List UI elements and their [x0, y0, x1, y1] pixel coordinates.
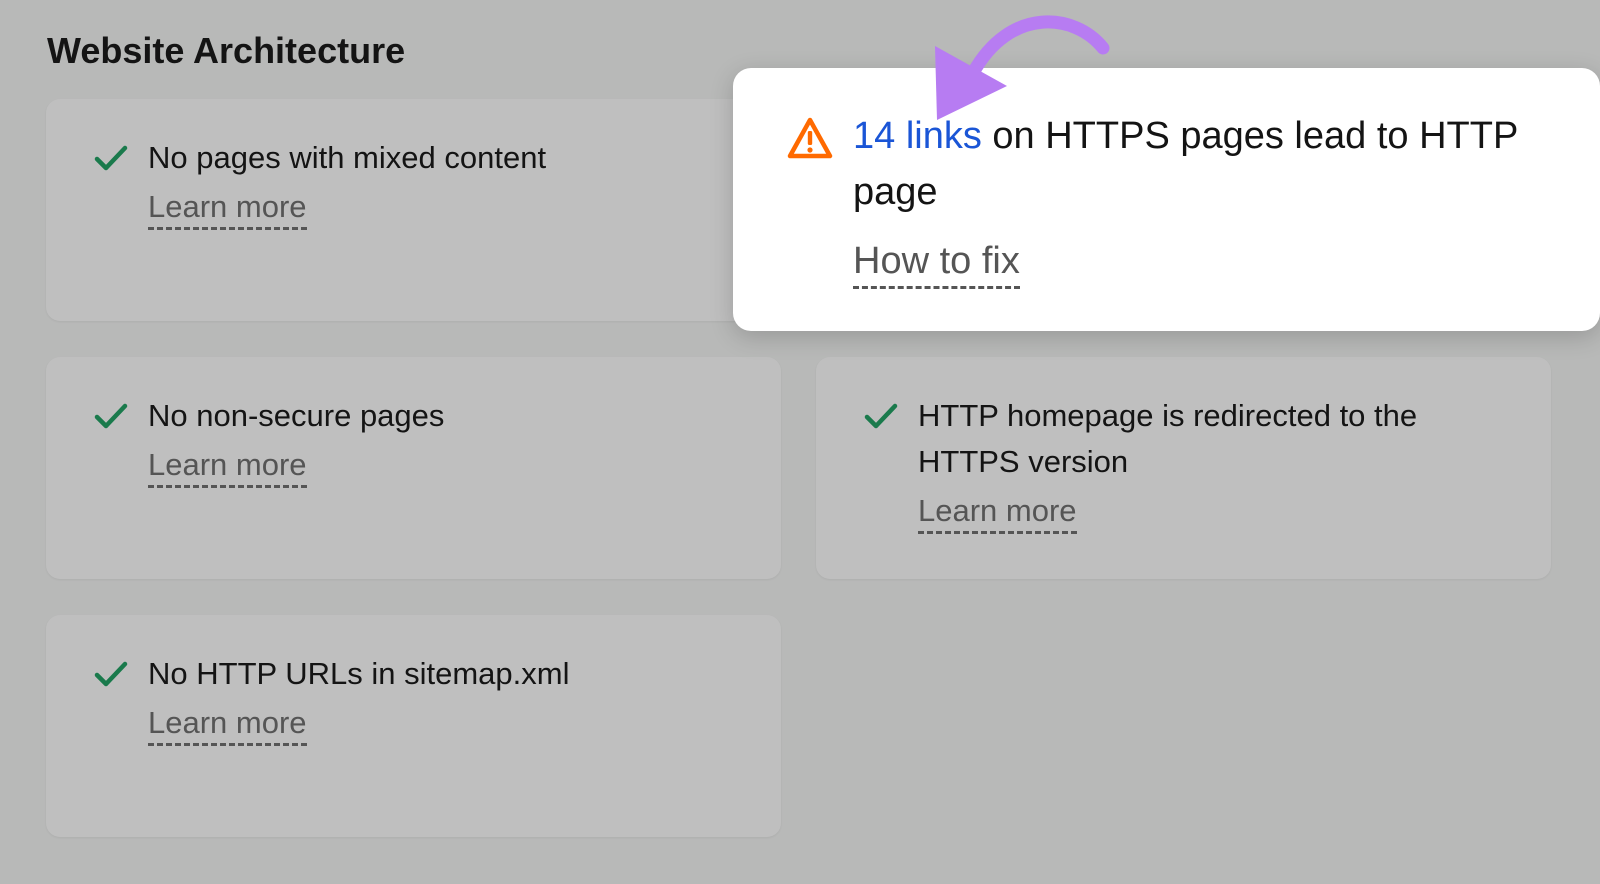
learn-more-link[interactable]: Learn more [148, 703, 307, 746]
check-card-mixed-content: No pages with mixed content Learn more [46, 99, 781, 321]
check-icon [94, 403, 128, 429]
learn-more-link[interactable]: Learn more [918, 491, 1077, 534]
check-icon [94, 661, 128, 687]
check-icon [864, 403, 898, 429]
card-text: HTTP homepage is redirected to the HTTPS… [918, 393, 1511, 534]
check-card-sitemap: No HTTP URLs in sitemap.xml Learn more [46, 615, 781, 837]
issue-card-http-links: 14 links on HTTPS pages lead to HTTP pag… [733, 68, 1600, 331]
card-text: No HTTP URLs in sitemap.xml Learn more [148, 651, 741, 746]
card-text: No pages with mixed content Learn more [148, 135, 741, 230]
learn-more-link[interactable]: Learn more [148, 445, 307, 488]
learn-more-link[interactable]: Learn more [148, 187, 307, 230]
card-label: No pages with mixed content [148, 140, 547, 175]
how-to-fix-link[interactable]: How to fix [853, 236, 1020, 289]
card-label: HTTP homepage is redirected to the HTTPS… [918, 398, 1418, 479]
annotation-arrow-icon [935, 15, 1110, 120]
warning-icon [787, 117, 833, 159]
issue-message: 14 links on HTTPS pages lead to HTTP pag… [853, 108, 1540, 220]
card-text: No non-secure pages Learn more [148, 393, 741, 488]
section-title: Website Architecture [47, 30, 406, 71]
card-label: No non-secure pages [148, 398, 445, 433]
check-card-http-redirect: HTTP homepage is redirected to the HTTPS… [816, 357, 1551, 579]
check-icon [94, 145, 128, 171]
card-label: No HTTP URLs in sitemap.xml [148, 656, 570, 691]
check-card-non-secure: No non-secure pages Learn more [46, 357, 781, 579]
